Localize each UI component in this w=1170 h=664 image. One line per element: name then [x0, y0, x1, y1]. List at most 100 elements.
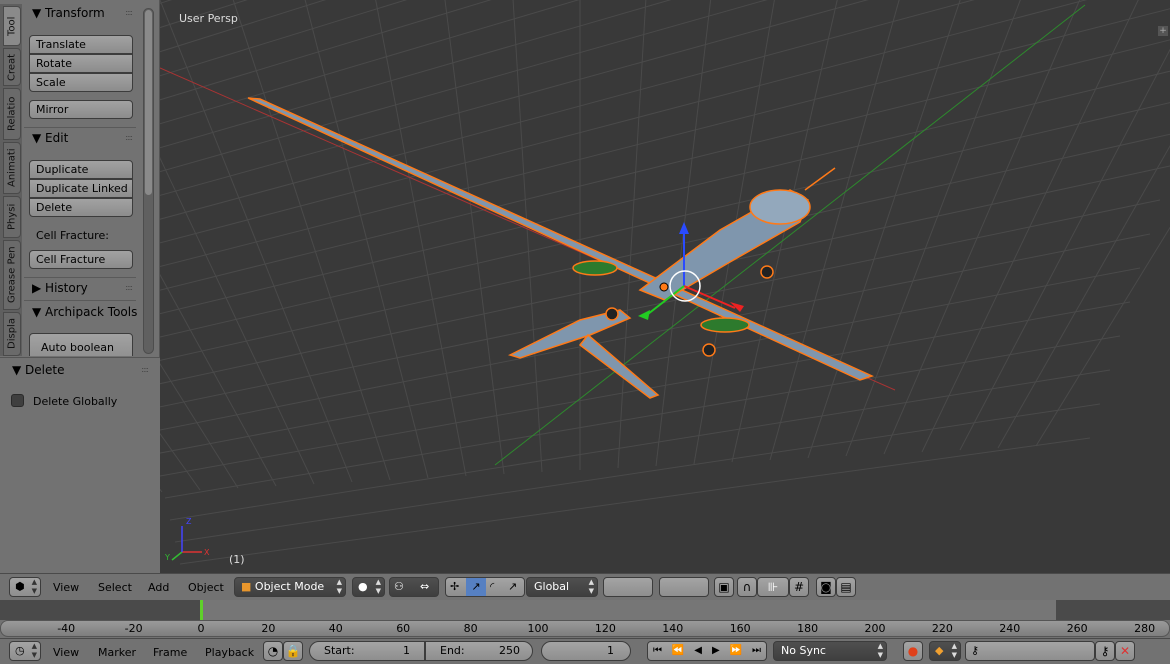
- pivot-icon: ⚇: [394, 580, 404, 593]
- orientation-dropdown[interactable]: Global ▲ ▼: [526, 577, 598, 597]
- tab-physics[interactable]: Physi: [3, 196, 21, 238]
- panel-history-header[interactable]: ▶ History::::: [24, 278, 138, 298]
- drag-grip-icon[interactable]: ::::: [125, 278, 133, 298]
- ruler-tick-label: 180: [797, 622, 819, 635]
- tab-animation[interactable]: Animati: [3, 142, 21, 194]
- manipulator-buttons[interactable]: ✢ ↗ ◜ ↗: [445, 577, 525, 597]
- sync-dropdown[interactable]: No Sync ▲ ▼: [773, 641, 887, 661]
- solid-sphere-icon: ●: [358, 580, 368, 593]
- snap-target-icon[interactable]: #: [789, 577, 809, 597]
- viewport-scene: X Y Z: [160, 0, 1170, 565]
- y-axis-line: [494, 4, 1086, 466]
- ruler-tick-label: 120: [594, 622, 616, 635]
- tab-tool[interactable]: Tool: [3, 6, 21, 46]
- editor-type-button[interactable]: ◷ ▲ ▼: [9, 641, 41, 661]
- tab-create[interactable]: Creat: [3, 48, 21, 86]
- 3d-viewport[interactable]: X Y Z User Persp (1) +: [160, 0, 1170, 573]
- start-frame-field[interactable]: Start: 1: [309, 641, 425, 661]
- layers-group-2[interactable]: [659, 577, 709, 597]
- delete-globally-checkbox[interactable]: [11, 394, 24, 407]
- drag-grip-icon[interactable]: ::::: [125, 128, 133, 148]
- redo-panel: ▼ Delete:::: Delete Globally: [0, 357, 160, 573]
- delete-globally-label: Delete Globally: [33, 395, 118, 408]
- jump-start-icon[interactable]: ⏮: [653, 642, 662, 660]
- next-keyframe-icon[interactable]: ⏩: [730, 642, 742, 660]
- start-value: 1: [403, 644, 410, 657]
- preview-range-icon[interactable]: ◔: [263, 641, 283, 661]
- end-frame-field[interactable]: End: 250: [425, 641, 533, 661]
- duplicate-linked-button[interactable]: Duplicate Linked: [29, 179, 133, 198]
- play-reverse-icon[interactable]: ◀: [694, 642, 702, 660]
- manipulate-center-icon[interactable]: ⇔: [420, 578, 429, 596]
- snap-magnet-icon[interactable]: ∩: [737, 577, 757, 597]
- out-of-range-after: [1056, 600, 1170, 620]
- ruler-tick-label: 140: [662, 622, 684, 635]
- properties-toggle-icon[interactable]: +: [1158, 26, 1168, 36]
- render-animation-icon[interactable]: ▤: [836, 577, 856, 597]
- cube-icon: ⬢: [15, 580, 25, 593]
- insert-keyframe-icon[interactable]: ⚷: [1095, 641, 1115, 661]
- cell-fracture-label: Cell Fracture:: [36, 229, 109, 242]
- auto-boolean-button[interactable]: Auto boolean: [29, 333, 133, 356]
- timeline-ruler[interactable]: -40 -20 0 20 40 60 80 100 120 140 160 180 200 220 240 2…: [0, 620, 1170, 637]
- prev-keyframe-icon[interactable]: ⏪: [672, 642, 684, 660]
- redo-panel-header[interactable]: ▼ Delete::::: [4, 360, 154, 380]
- translate-manipulator-icon[interactable]: ↗: [466, 578, 486, 596]
- menu-add[interactable]: Add: [148, 581, 169, 594]
- lock-layers-icon[interactable]: ▣: [714, 577, 734, 597]
- rotate-manipulator-icon[interactable]: ◜: [490, 578, 494, 596]
- snap-element-dropdown[interactable]: ⊪: [757, 577, 789, 597]
- shading-dropdown[interactable]: ● ▲ ▼: [352, 577, 385, 597]
- ruler-tick-label: 0: [197, 622, 205, 635]
- delete-keyframe-icon[interactable]: ✕: [1115, 641, 1135, 661]
- translate-button[interactable]: Translate: [29, 35, 133, 54]
- layers-group-1[interactable]: [603, 577, 653, 597]
- timeline-header: ◷ ▲ ▼ View Marker Frame Playback ◔ 🔒 Start…: [0, 638, 1170, 664]
- timeline-track[interactable]: [0, 600, 1170, 620]
- manipulator-axes-icon[interactable]: ✢: [450, 578, 459, 596]
- ruler-tick-label: 240: [999, 622, 1021, 635]
- menu-view[interactable]: View: [53, 581, 79, 594]
- tool-shelf-scrollbar[interactable]: [143, 8, 154, 354]
- panel-transform-header[interactable]: ▼ Transform::::: [24, 3, 138, 23]
- rotate-button[interactable]: Rotate: [29, 54, 133, 73]
- lock-icon[interactable]: 🔒: [283, 641, 303, 661]
- menu-marker[interactable]: Marker: [98, 646, 136, 659]
- panel-title: Delete: [25, 363, 65, 377]
- scale-button[interactable]: Scale: [29, 73, 133, 92]
- frame-cursor[interactable]: [200, 600, 203, 620]
- panel-archipack-header[interactable]: ▼ Archipack Tools: [24, 302, 138, 322]
- menu-playback[interactable]: Playback: [205, 646, 254, 659]
- menu-view[interactable]: View: [53, 646, 79, 659]
- z-axis-label: Z: [186, 517, 192, 526]
- pivot-point-dropdown[interactable]: ⚇ ⇔: [389, 577, 439, 597]
- keying-set-field[interactable]: ⚷: [965, 641, 1095, 661]
- menu-select[interactable]: Select: [98, 581, 132, 594]
- panel-title: Archipack Tools: [45, 305, 138, 319]
- menu-frame[interactable]: Frame: [153, 646, 187, 659]
- duplicate-button[interactable]: Duplicate: [29, 160, 133, 179]
- scrollbar-thumb[interactable]: [145, 10, 152, 195]
- panel-edit-header[interactable]: ▼ Edit::::: [24, 128, 138, 148]
- play-icon[interactable]: ▶: [712, 642, 720, 660]
- drag-grip-icon[interactable]: ::::: [125, 3, 133, 23]
- mirror-button[interactable]: Mirror: [29, 100, 133, 119]
- scale-manipulator-icon[interactable]: ↗: [508, 578, 517, 596]
- clock-icon: ◷: [15, 644, 25, 657]
- menu-object[interactable]: Object: [188, 581, 224, 594]
- drag-grip-icon[interactable]: ::::: [141, 360, 149, 380]
- tab-grease-pencil[interactable]: Grease Pen: [3, 240, 21, 310]
- tab-relations[interactable]: Relatio: [3, 88, 21, 140]
- jump-end-icon[interactable]: ⏭: [752, 642, 761, 660]
- mode-dropdown[interactable]: ■ Object Mode ▲ ▼: [234, 577, 346, 597]
- current-frame-field[interactable]: 1: [541, 641, 631, 661]
- editor-type-button[interactable]: ⬢ ▲ ▼: [9, 577, 41, 597]
- tab-display[interactable]: Displa: [3, 312, 21, 356]
- cell-fracture-button[interactable]: Cell Fracture: [29, 250, 133, 269]
- record-keyframe-icon[interactable]: ●: [903, 641, 923, 661]
- tool-shelf-tabs: Tool Creat Relatio Animati Physi Grease …: [0, 4, 22, 356]
- keying-mode-dropdown[interactable]: ◆ ▲ ▼: [929, 641, 961, 661]
- opengl-render-icon[interactable]: ◙: [816, 577, 836, 597]
- y-axis-label: Y: [164, 553, 170, 562]
- delete-button[interactable]: Delete: [29, 198, 133, 217]
